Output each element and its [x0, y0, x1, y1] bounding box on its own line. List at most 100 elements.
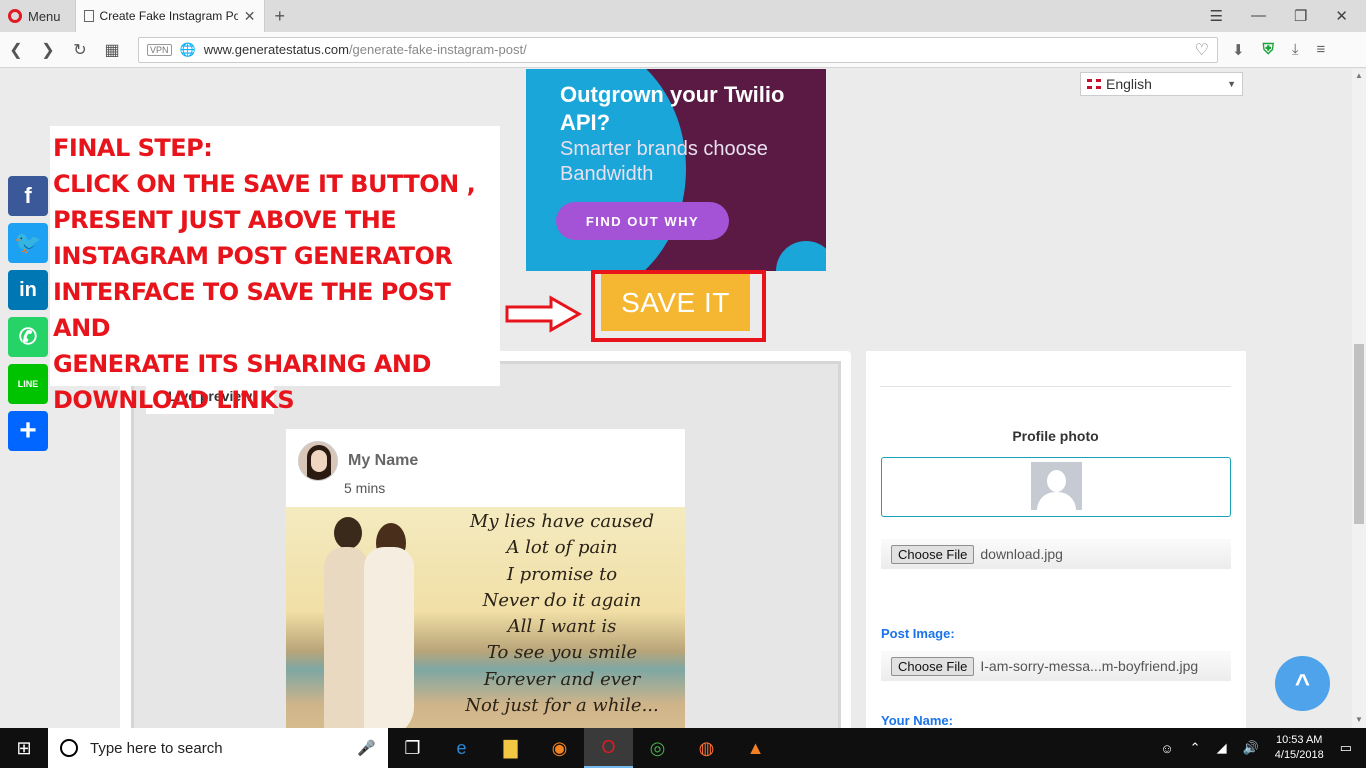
poem-line: My lies have caused: [469, 511, 655, 532]
downloads-icon[interactable]: ⤓: [1292, 41, 1299, 58]
clock[interactable]: 10:53 AM 4/15/2018: [1275, 733, 1324, 763]
poem-line: Never do it again: [482, 589, 642, 611]
chrome-icon[interactable]: ◎: [633, 728, 682, 768]
forward-icon[interactable]: ❯: [32, 40, 64, 60]
cortana-icon: [60, 739, 78, 757]
edge-icon[interactable]: e: [437, 728, 486, 768]
tab-menu-icon[interactable]: ☰: [1210, 7, 1223, 25]
more-share-button[interactable]: +: [8, 411, 48, 451]
download-arrow-icon[interactable]: ⬇: [1232, 41, 1245, 59]
volume-icon[interactable]: 🔊: [1243, 740, 1259, 756]
instruction-line: FINAL STEP:: [53, 134, 213, 162]
browser-tab[interactable]: Create Fake Instagram Pos ✕: [74, 0, 265, 32]
windows-taskbar: ⊞ Type here to search 🎤 ❐ e ▇ ◉ O ◎ ◍ ▲ …: [0, 728, 1366, 768]
poem-line: A lot of pain: [506, 537, 618, 559]
instruction-line: CLICK ON THE SAVE IT BUTTON ,: [53, 170, 476, 198]
maximize-icon[interactable]: ❐: [1294, 7, 1307, 25]
profile-photo-file-input[interactable]: Choose File download.jpg: [881, 539, 1231, 569]
poem-line: Forever and ever: [483, 668, 641, 690]
save-it-button[interactable]: SAVE IT: [601, 274, 750, 331]
ad-cta-button[interactable]: FIND OUT WHY: [556, 202, 729, 240]
profile-photo-box[interactable]: [881, 457, 1231, 517]
page-scrollbar[interactable]: ▲ ▼: [1352, 69, 1366, 728]
easy-setup-icon[interactable]: ≡: [1316, 41, 1325, 58]
default-avatar-icon: [1031, 462, 1082, 510]
menu-label: Menu: [28, 8, 61, 24]
facebook-share-button[interactable]: f: [8, 176, 48, 216]
firefox-icon[interactable]: ◍: [682, 728, 731, 768]
address-bar-row: ❮ ❯ ↻ ▦ VPN 🌐 www.generatestatus.com/gen…: [0, 32, 1366, 68]
vlc-icon[interactable]: ▲: [731, 728, 780, 768]
url-domain: www.generatestatus.com: [203, 42, 349, 57]
instruction-line: PRESENT JUST ABOVE THE: [53, 206, 397, 234]
advertisement[interactable]: Outgrown your Twilio API? Smarter brands…: [526, 69, 826, 271]
tray-expand-icon[interactable]: ⌃: [1190, 740, 1201, 756]
shield-icon[interactable]: ⛨: [1263, 41, 1274, 58]
post-author-name: My Name: [348, 452, 419, 469]
choose-file-button[interactable]: Choose File: [891, 544, 975, 564]
scrollbar-thumb[interactable]: [1354, 344, 1364, 524]
whatsapp-share-button[interactable]: ✆: [8, 317, 48, 357]
taskbar-search[interactable]: Type here to search 🎤: [48, 728, 388, 768]
scroll-to-top-button[interactable]: ^: [1275, 656, 1330, 711]
social-share-bar: f 🐦 in ✆ LINE +: [8, 176, 48, 451]
new-tab-button[interactable]: +: [275, 6, 286, 27]
linkedin-share-button[interactable]: in: [8, 270, 48, 310]
your-name-label: Your Name:: [881, 713, 953, 728]
reload-icon[interactable]: ↻: [64, 40, 96, 60]
minimize-icon[interactable]: —: [1251, 7, 1266, 25]
uc-browser-icon[interactable]: ◉: [535, 728, 584, 768]
profile-photo-label: Profile photo: [1012, 428, 1099, 444]
post-image-text: My lies have caused A lot of pain I prom…: [446, 509, 678, 719]
browser-tab-bar: Menu Create Fake Instagram Pos ✕ + ☰ — ❐…: [0, 0, 1366, 32]
opera-menu-button[interactable]: Menu: [0, 0, 69, 32]
url-path: /generate-fake-instagram-post/: [348, 42, 527, 57]
microphone-icon[interactable]: 🎤: [357, 739, 376, 757]
people-icon[interactable]: ☺: [1160, 741, 1173, 756]
post-image: My lies have caused A lot of pain I prom…: [286, 507, 685, 728]
system-tray: ☺ ⌃ ◢ 🔊 10:53 AM 4/15/2018 ▭: [1160, 733, 1366, 763]
poem-line: All I want is: [507, 616, 617, 638]
close-window-icon[interactable]: ✕: [1335, 7, 1348, 25]
bookmark-heart-icon[interactable]: ♡: [1195, 40, 1209, 60]
opera-logo-icon: [8, 9, 22, 23]
url-field[interactable]: VPN 🌐 www.generatestatus.com/generate-fa…: [138, 36, 1218, 63]
language-label: English: [1106, 76, 1152, 92]
divider: [880, 386, 1231, 387]
choose-file-button[interactable]: Choose File: [891, 656, 975, 676]
vpn-badge[interactable]: VPN: [147, 43, 172, 56]
scroll-down-arrow-icon[interactable]: ▼: [1355, 715, 1363, 724]
instruction-line: DOWNLOAD LINKS: [53, 386, 295, 414]
profile-file-name: download.jpg: [980, 546, 1063, 562]
notifications-icon[interactable]: ▭: [1340, 740, 1352, 756]
clock-time: 10:53 AM: [1275, 734, 1323, 746]
post-image-file-input[interactable]: Choose File I-am-sorry-messa...m-boyfrie…: [881, 651, 1231, 681]
instruction-line: INTERFACE TO SAVE THE POST AND: [53, 278, 451, 342]
tab-close-icon[interactable]: ✕: [244, 8, 256, 25]
globe-icon: 🌐: [179, 41, 196, 57]
back-icon[interactable]: ❮: [0, 40, 32, 60]
tab-title: Create Fake Instagram Pos: [99, 9, 238, 23]
line-share-button[interactable]: LINE: [8, 364, 48, 404]
network-icon[interactable]: ◢: [1217, 740, 1227, 756]
pointer-arrow-icon: [505, 295, 583, 333]
post-time: 5 mins: [344, 480, 386, 496]
poem-line: To see you smile: [486, 642, 638, 664]
scroll-up-arrow-icon[interactable]: ▲: [1355, 71, 1363, 80]
poem-line: I promise to: [506, 563, 618, 585]
search-placeholder: Type here to search: [90, 739, 223, 757]
poem-line: Not just for a while...: [465, 695, 659, 717]
uk-flag-icon: [1087, 79, 1101, 89]
twitter-share-button[interactable]: 🐦: [8, 223, 48, 263]
language-select[interactable]: English ▼: [1080, 72, 1243, 96]
windows-start-icon[interactable]: ⊞: [0, 728, 48, 768]
ad-decor-shape-small: [776, 241, 826, 271]
speed-dial-icon[interactable]: ▦: [96, 40, 128, 60]
clock-date: 4/15/2018: [1274, 749, 1324, 761]
instagram-post-preview: My Name 5 mins My lies have caused A lot…: [286, 429, 685, 728]
opera-taskbar-icon[interactable]: O: [584, 728, 633, 768]
file-explorer-icon[interactable]: ▇: [486, 728, 535, 768]
task-view-icon[interactable]: ❐: [388, 728, 437, 768]
instruction-line: INSTAGRAM POST GENERATOR: [53, 242, 453, 270]
instruction-overlay: FINAL STEP: CLICK ON THE SAVE IT BUTTON …: [50, 126, 500, 414]
